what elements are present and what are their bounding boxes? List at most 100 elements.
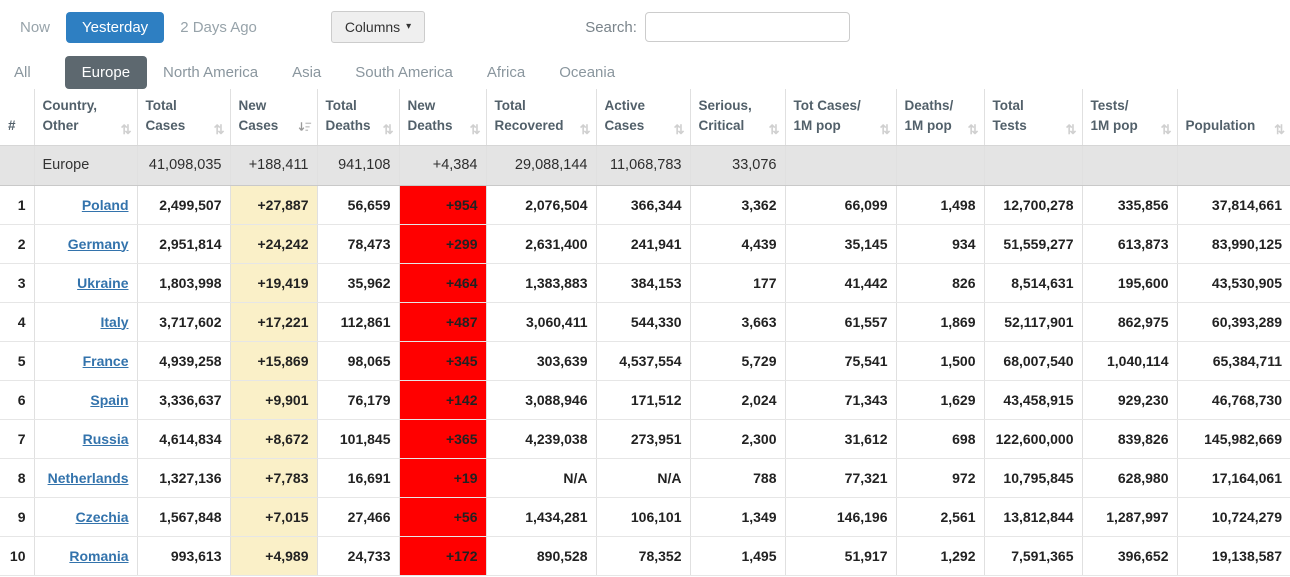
col-header-serious-critical[interactable]: Serious,Critical⇅ (690, 89, 785, 145)
sort-both-icon: ⇅ (1066, 123, 1077, 136)
cell-new-cases: +17,221 (230, 302, 317, 341)
continent-tab-all[interactable]: All (12, 57, 33, 88)
cell-population[interactable]: 46,768,730 (1177, 380, 1290, 419)
cell-population[interactable]: 10,724,279 (1177, 497, 1290, 536)
sort-desc-icon (298, 120, 312, 134)
cell-population[interactable]: 17,164,061 (1177, 458, 1290, 497)
cell-population[interactable]: 145,982,669 (1177, 419, 1290, 458)
country-link[interactable]: Italy (100, 314, 128, 330)
cell-total-deaths: 56,659 (317, 185, 399, 224)
col-header-new-deaths[interactable]: NewDeaths⇅ (399, 89, 486, 145)
cell-new-deaths: +299 (399, 224, 486, 263)
continent-tab-oceania[interactable]: Oceania (557, 57, 617, 88)
cell-rank: 4 (0, 302, 34, 341)
col-header-total-recovered[interactable]: TotalRecovered⇅ (486, 89, 596, 145)
time-tab-now[interactable]: Now (12, 13, 58, 42)
cell-new-deaths: +954 (399, 185, 486, 224)
cell-population[interactable]: 60,393,289 (1177, 302, 1290, 341)
cell-total-recovered: 1,383,883 (486, 263, 596, 302)
country-link[interactable]: Romania (69, 548, 128, 564)
col-header-deaths-per-1m[interactable]: Deaths/1M pop⇅ (896, 89, 984, 145)
col-header-total-cases[interactable]: TotalCases⇅ (137, 89, 230, 145)
sort-both-icon: ⇅ (470, 123, 481, 136)
col-header-label: Recovered (495, 116, 590, 136)
cell-total-deaths: 78,473 (317, 224, 399, 263)
country-link[interactable]: Netherlands (48, 470, 129, 486)
col-header-cases-per-1m[interactable]: Tot Cases/1M pop⇅ (785, 89, 896, 145)
columns-button-label: Columns (345, 19, 400, 35)
search-label: Search: (585, 19, 637, 36)
cell-tests-per-1m: 396,652 (1082, 536, 1177, 575)
cell-total-cases: 3,717,602 (137, 302, 230, 341)
cell-population[interactable]: 37,814,661 (1177, 185, 1290, 224)
cell-total-cases: 993,613 (137, 536, 230, 575)
col-header-active-cases[interactable]: ActiveCases⇅ (596, 89, 690, 145)
summary-cell-total-cases: 41,098,035 (137, 145, 230, 185)
country-link[interactable]: Czechia (76, 509, 129, 525)
cell-deaths-per-1m: 1,869 (896, 302, 984, 341)
cell-active-cases: 106,101 (596, 497, 690, 536)
cell-country: Spain (34, 380, 137, 419)
country-link[interactable]: Poland (82, 197, 129, 213)
col-header-total-tests[interactable]: TotalTests⇅ (984, 89, 1082, 145)
summary-cell-total-deaths: 941,108 (317, 145, 399, 185)
summary-cell-new-cases: +188,411 (230, 145, 317, 185)
cell-total-recovered: 4,239,038 (486, 419, 596, 458)
cell-deaths-per-1m: 934 (896, 224, 984, 263)
col-header-label: New (408, 96, 480, 116)
continent-tab-europe[interactable]: Europe (65, 56, 147, 89)
search-input[interactable] (645, 12, 850, 42)
continent-tab-africa[interactable]: Africa (485, 57, 527, 88)
col-header-population[interactable]: Population⇅ (1177, 89, 1290, 145)
col-header-label: Serious, (699, 96, 779, 116)
cell-rank: 2 (0, 224, 34, 263)
cell-population[interactable]: 65,384,711 (1177, 341, 1290, 380)
col-header-label: Tests (993, 116, 1076, 136)
sort-both-icon: ⇅ (880, 123, 891, 136)
country-link[interactable]: France (83, 353, 129, 369)
top-toolbar: Now Yesterday 2 Days Ago Columns ▾ Search: (0, 0, 1290, 46)
cell-country: Czechia (34, 497, 137, 536)
col-header-label: Total (495, 96, 590, 116)
cell-new-deaths: +56 (399, 497, 486, 536)
cell-serious-critical: 3,663 (690, 302, 785, 341)
sort-both-icon: ⇅ (580, 123, 591, 136)
cell-total-cases: 1,327,136 (137, 458, 230, 497)
cell-total-deaths: 101,845 (317, 419, 399, 458)
col-header-total-deaths[interactable]: TotalDeaths⇅ (317, 89, 399, 145)
time-tab-2-days-ago[interactable]: 2 Days Ago (172, 13, 265, 42)
cell-serious-critical: 4,439 (690, 224, 785, 263)
col-header-country[interactable]: Country,Other⇅ (34, 89, 137, 145)
cell-deaths-per-1m: 1,629 (896, 380, 984, 419)
cell-total-tests: 43,458,915 (984, 380, 1082, 419)
country-link[interactable]: Spain (90, 392, 128, 408)
continent-tab-asia[interactable]: Asia (290, 57, 323, 88)
col-header-label: Total (146, 96, 224, 116)
columns-button[interactable]: Columns ▾ (331, 11, 425, 43)
cell-serious-critical: 1,349 (690, 497, 785, 536)
sort-both-icon: ⇅ (121, 123, 132, 136)
cell-new-cases: +4,989 (230, 536, 317, 575)
cell-population[interactable]: 43,530,905 (1177, 263, 1290, 302)
cell-population[interactable]: 19,138,587 (1177, 536, 1290, 575)
continent-tab-group: All Europe North America Asia South America A… (0, 46, 1290, 88)
cell-total-cases: 2,951,814 (137, 224, 230, 263)
country-link[interactable]: Ukraine (77, 275, 128, 291)
sort-both-icon: ⇅ (214, 123, 225, 136)
col-header-label: Cases (605, 116, 684, 136)
continent-tab-south-america[interactable]: South America (353, 57, 455, 88)
time-tab-yesterday[interactable]: Yesterday (66, 12, 164, 43)
country-link[interactable]: Russia (83, 431, 129, 447)
table-row: 1Poland2,499,507+27,88756,659+9542,076,5… (0, 185, 1290, 224)
cell-new-deaths: +142 (399, 380, 486, 419)
cell-total-cases: 1,803,998 (137, 263, 230, 302)
cell-new-cases: +7,783 (230, 458, 317, 497)
cell-total-deaths: 16,691 (317, 458, 399, 497)
col-header-tests-per-1m[interactable]: Tests/1M pop⇅ (1082, 89, 1177, 145)
col-header-new-cases[interactable]: NewCases (230, 89, 317, 145)
country-link[interactable]: Germany (68, 236, 129, 252)
time-tab-group: Now Yesterday 2 Days Ago (12, 12, 265, 43)
continent-tab-north-america[interactable]: North America (161, 57, 260, 88)
cell-population[interactable]: 83,990,125 (1177, 224, 1290, 263)
cell-total-tests: 122,600,000 (984, 419, 1082, 458)
